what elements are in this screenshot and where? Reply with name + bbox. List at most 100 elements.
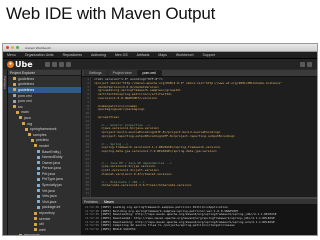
minimize-window-icon[interactable]	[11, 46, 14, 49]
tree-item-label: src	[18, 104, 23, 109]
tree-item-label: util	[39, 222, 44, 227]
run-icon[interactable]	[65, 61, 71, 67]
output-text: [INFO] Downloading: http://repo.maven.ap…	[100, 213, 277, 217]
output-timestamp: 11:52:48	[85, 206, 99, 209]
file-icon	[37, 194, 40, 198]
editor-tab[interactable]: pom.xml	[137, 70, 162, 76]
tree-item-label: pom.xml	[18, 93, 32, 98]
menu-item[interactable]: Workbench	[176, 53, 194, 57]
toolbar-right	[300, 61, 317, 67]
close-window-icon[interactable]	[6, 46, 9, 49]
maximize-window-icon[interactable]	[16, 46, 19, 49]
workspace: Packages Project Explorer guidelines guid…	[3, 70, 317, 235]
file-tree: guidelines guidelines guidelines pom.xml pom…	[8, 76, 81, 235]
code-editor[interactable]: 1 2 3 4 5 6 7 8 9 10 11 12 13 14 15 16 17 18 19 20 21 22 23 24 2…	[82, 77, 317, 199]
tree-item-label: PetType.java	[42, 177, 63, 182]
output-line: 11:52:52 [INFO] BUILD SUCCESS	[85, 228, 314, 232]
tree-item-label: Vets.java	[42, 194, 57, 199]
menu-item[interactable]: Maps	[158, 53, 167, 57]
folder-icon	[19, 116, 22, 120]
tree-item[interactable]: resources	[8, 233, 81, 235]
tree-item-label: samples	[33, 132, 47, 137]
editor-tab[interactable]: Settings	[84, 70, 108, 76]
tree-item-label: BaseEntity.j	[42, 149, 61, 154]
new-file-icon[interactable]	[44, 61, 50, 67]
tree-item-label: Visit.java	[42, 199, 57, 204]
folder-icon	[16, 110, 19, 114]
tree-item-label: guidelines	[18, 82, 35, 87]
folder-icon	[31, 138, 34, 142]
tree-item-label: repository	[39, 211, 55, 216]
tree-item-label: service	[39, 216, 51, 221]
output-timestamp: 11:52:49	[85, 217, 99, 221]
folder-icon	[34, 228, 37, 232]
browser-title: Ancient Workbench	[25, 45, 51, 50]
file-icon	[37, 200, 40, 204]
file-icon	[13, 99, 16, 103]
tree-item-label: pom.xml	[18, 99, 32, 104]
settings-icon[interactable]	[300, 61, 305, 67]
tree-item-label: springframework	[30, 127, 57, 132]
menu-item[interactable]: Organization Units	[25, 53, 54, 57]
tree-item-label: Person.java	[42, 166, 61, 171]
app-logo: ● Ube	[7, 60, 33, 69]
console-tab[interactable]: Maven	[104, 200, 114, 204]
menu-item[interactable]: Mex OS	[115, 53, 128, 57]
folder-icon	[13, 77, 16, 81]
menu-item[interactable]: Authoring	[91, 53, 106, 57]
folder-icon	[22, 122, 25, 126]
folder-icon	[34, 222, 37, 226]
tree-item-label: Pet.java	[42, 171, 55, 176]
console-tab[interactable]: Problems	[84, 200, 98, 204]
folder-icon	[34, 217, 37, 221]
output-text: [INFO] Loading org.springframework.sampl…	[100, 206, 228, 209]
line-number: 31	[85, 190, 89, 195]
output-text: [INFO] Compiling 42 source files to /pro…	[100, 224, 235, 228]
menu-item[interactable]: Menu	[7, 53, 16, 57]
folder-icon	[34, 144, 37, 148]
tree-item-label: main	[21, 110, 29, 115]
menu-item[interactable]: Support	[203, 53, 215, 57]
ide-screenshot: Ancient Workbench Menu Organization Units…	[2, 43, 318, 236]
tree-item-label: web	[39, 227, 46, 232]
file-icon	[37, 166, 40, 170]
output-timestamp: 11:52:50	[85, 224, 99, 228]
tree-item-label: java	[24, 115, 31, 120]
menu-item[interactable]: Repositories	[63, 53, 82, 57]
editor-area: Settings Project view pom.xml 1 2 3 4 5 6 7 8 9 10 1…	[82, 70, 317, 235]
output-text: [INFO] Downloading: http://repo.maven.ap…	[100, 220, 275, 224]
maven-output: 11:52:48 [INFO] Loading org.springframew…	[82, 205, 317, 233]
file-icon	[37, 150, 40, 154]
output-timestamp: 11:52:52	[85, 228, 99, 232]
editor-tabs: Settings Project view pom.xml	[82, 70, 317, 77]
save-icon[interactable]	[51, 61, 57, 67]
side-tab-packages[interactable]: Packages	[3, 76, 7, 89]
file-icon	[37, 177, 40, 181]
file-icon	[37, 183, 40, 187]
tree-item-label: guidelines	[18, 87, 35, 92]
output-timestamp: 11:52:48	[85, 209, 99, 213]
menu-item[interactable]: Artifacts	[137, 53, 150, 57]
file-icon	[37, 172, 40, 176]
user-icon[interactable]	[307, 61, 312, 67]
output-text: [INFO] BUILD SUCCESS	[100, 228, 136, 232]
file-icon	[37, 205, 40, 209]
output-timestamp: 11:52:49	[85, 220, 99, 224]
file-icon	[37, 189, 40, 193]
build-icon[interactable]	[58, 61, 64, 67]
toolbar	[44, 61, 73, 67]
editor-tab[interactable]: Project view	[107, 70, 138, 76]
folder-icon	[13, 105, 16, 109]
slide-title: Web IDE with Maven Output	[6, 4, 216, 23]
tree-item-label: Vet.java	[42, 188, 55, 193]
folder-icon	[13, 88, 16, 92]
file-icon	[37, 161, 40, 165]
tree-item-label: package.inf	[42, 205, 61, 210]
project-explorer: Project Explorer guidelines guidelines gui…	[8, 70, 82, 235]
tree-item-label: model	[39, 143, 49, 148]
tree-item-label: resources	[24, 233, 40, 235]
code-content[interactable]: <?xml version="1.0" encoding="UTF-8"?> <p…	[91, 77, 317, 197]
logo-text: Ube	[15, 59, 33, 69]
tree-item-label: Specialty.jav	[42, 183, 62, 188]
